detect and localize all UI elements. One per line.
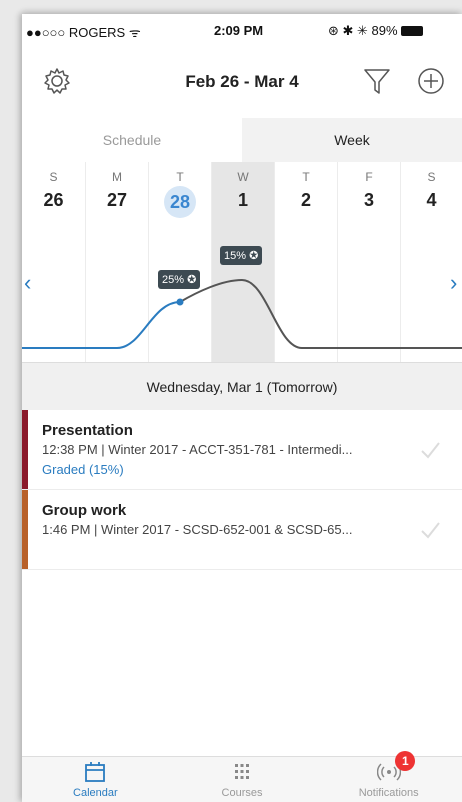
event-graded-label: Graded (15%) <box>42 462 124 477</box>
check-icon[interactable] <box>420 520 440 540</box>
tab-calendar[interactable]: Calendar <box>22 757 169 802</box>
workload-bubble: 15% ✪ <box>220 246 263 265</box>
page-title: Feb 26 - Mar 4 <box>185 72 299 91</box>
carrier-label: ●●○○○ ROGERS ᯤ <box>26 25 141 40</box>
view-tabs: Schedule Week <box>22 118 462 162</box>
notification-badge: 1 <box>395 751 416 771</box>
prev-week-arrow[interactable]: ‹ <box>24 270 31 296</box>
bottom-tab-bar: Calendar Courses 1 Notifications <box>22 751 462 802</box>
calendar-icon <box>85 762 106 782</box>
event-details: 12:38 PM | Winter 2017 - ACCT-351-781 - … <box>42 442 353 457</box>
status-bar: ●●○○○ ROGERS ᯤ 2:09 PM ⊛ ✱ ✳ 89% <box>22 14 462 44</box>
event-title: Group work <box>42 502 127 519</box>
workload-future-line <box>179 278 462 349</box>
event-title: Presentation <box>42 422 133 439</box>
tab-courses[interactable]: Courses <box>169 757 316 802</box>
status-right: ⊛ ✱ ✳ 89% <box>328 23 423 39</box>
week-strip: S 26 M 27 T 28 W 1 T 2 F 3 S 4 ‹ › 25% ✪… <box>22 162 462 362</box>
workload-bubble-text: 15% <box>224 250 247 262</box>
event-details: 1:46 PM | Winter 2017 - SCSD-652-001 & S… <box>42 522 353 537</box>
tab-label: Notifications <box>358 787 419 799</box>
clock: 2:09 PM <box>214 23 264 38</box>
award-icon: ✪ <box>249 250 259 262</box>
grid-icon <box>235 764 249 779</box>
event-color-stripe <box>22 490 28 569</box>
workload-past-line <box>22 301 181 349</box>
tab-label: Courses <box>221 787 263 799</box>
event-row[interactable]: Presentation 12:38 PM | Winter 2017 - AC… <box>22 410 462 490</box>
header: Feb 26 - Mar 4 <box>22 52 462 96</box>
event-color-stripe <box>22 410 28 489</box>
day-section-header: Wednesday, Mar 1 (Tomorrow) <box>22 362 462 410</box>
workload-bubble: 25% ✪ <box>158 270 201 289</box>
plus-circle-icon[interactable] <box>416 66 446 96</box>
next-week-arrow[interactable]: › <box>450 270 457 296</box>
award-icon: ✪ <box>187 274 197 286</box>
tab-week[interactable]: Week <box>242 118 462 162</box>
filter-icon[interactable] <box>362 66 392 96</box>
phone-screen: ●●○○○ ROGERS ᯤ 2:09 PM ⊛ ✱ ✳ 89% Feb 26 … <box>22 14 462 802</box>
workload-bubble-text: 25% <box>162 274 185 286</box>
tab-schedule[interactable]: Schedule <box>22 118 242 162</box>
tab-label: Calendar <box>73 787 118 799</box>
status-right-text: ⊛ ✱ ✳ 89% <box>328 23 398 38</box>
event-row[interactable]: Group work 1:46 PM | Winter 2017 - SCSD-… <box>22 490 462 570</box>
battery-icon <box>400 26 423 36</box>
tab-notifications[interactable]: 1 Notifications <box>315 751 462 802</box>
check-icon[interactable] <box>420 440 440 460</box>
today-point <box>176 298 184 306</box>
